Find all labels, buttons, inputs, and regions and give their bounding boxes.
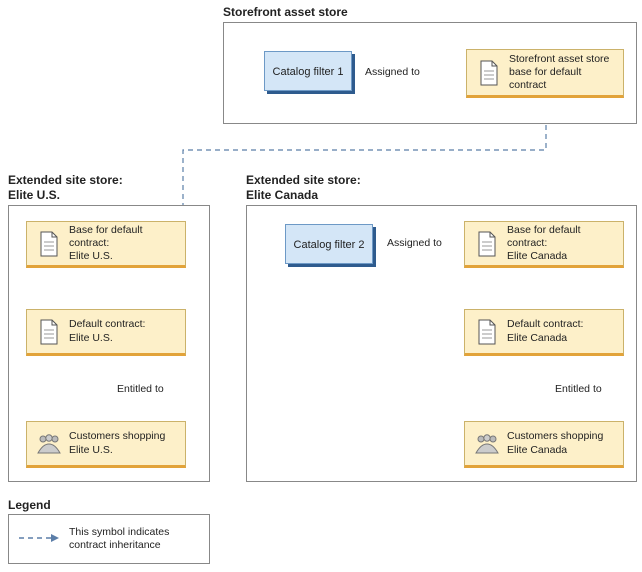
ca-group: Catalog filter 2 Assigned to Base for de…: [246, 205, 637, 482]
ca-customers: Customers shopping Elite Canada: [464, 421, 624, 468]
legend-title: Legend: [8, 498, 51, 512]
card-label: Base for default contract: Elite Canada: [507, 224, 623, 263]
us-title: Extended site store: Elite U.S.: [8, 173, 123, 203]
legend-text: This symbol indicates contract inheritan…: [69, 526, 199, 552]
us-base-contract: Base for default contract: Elite U.S.: [26, 221, 186, 268]
document-icon: [35, 231, 63, 257]
card-label: Customers shopping Elite U.S.: [69, 430, 171, 456]
document-icon: [475, 60, 503, 86]
ca-title: Extended site store: Elite Canada: [246, 173, 361, 203]
storefront-group: Catalog filter 1 Assigned to Storefront …: [223, 22, 637, 124]
catalog-filter-2: Catalog filter 2: [285, 224, 373, 264]
dashed-arrow-icon: [19, 533, 59, 546]
document-icon: [35, 319, 63, 345]
card-label: Default contract: Elite U.S.: [69, 318, 151, 344]
catalog-filter-1: Catalog filter 1: [264, 51, 352, 91]
us-group: Base for default contract: Elite U.S. De…: [8, 205, 210, 482]
legend-box: This symbol indicates contract inheritan…: [8, 514, 210, 564]
filter-label: Catalog filter 2: [294, 239, 365, 251]
us-default-contract: Default contract: Elite U.S.: [26, 309, 186, 356]
people-icon: [473, 433, 501, 455]
people-icon: [35, 433, 63, 455]
entitled-to-label-us: Entitled to: [117, 383, 164, 396]
ca-base-contract: Base for default contract: Elite Canada: [464, 221, 624, 268]
entitled-to-label-ca: Entitled to: [555, 383, 602, 396]
assigned-to-label-1: Assigned to: [365, 66, 421, 79]
document-icon: [473, 319, 501, 345]
document-icon: [473, 231, 501, 257]
card-label: Base for default contract: Elite U.S.: [69, 224, 185, 263]
card-label: Storefront asset store base for default …: [509, 53, 623, 92]
filter-label: Catalog filter 1: [273, 66, 344, 78]
storefront-title: Storefront asset store: [223, 5, 348, 20]
storefront-base-contract: Storefront asset store base for default …: [466, 49, 624, 98]
us-customers: Customers shopping Elite U.S.: [26, 421, 186, 468]
assigned-to-label-2: Assigned to: [387, 237, 443, 250]
ca-default-contract: Default contract: Elite Canada: [464, 309, 624, 356]
card-label: Customers shopping Elite Canada: [507, 430, 609, 456]
card-label: Default contract: Elite Canada: [507, 318, 589, 344]
